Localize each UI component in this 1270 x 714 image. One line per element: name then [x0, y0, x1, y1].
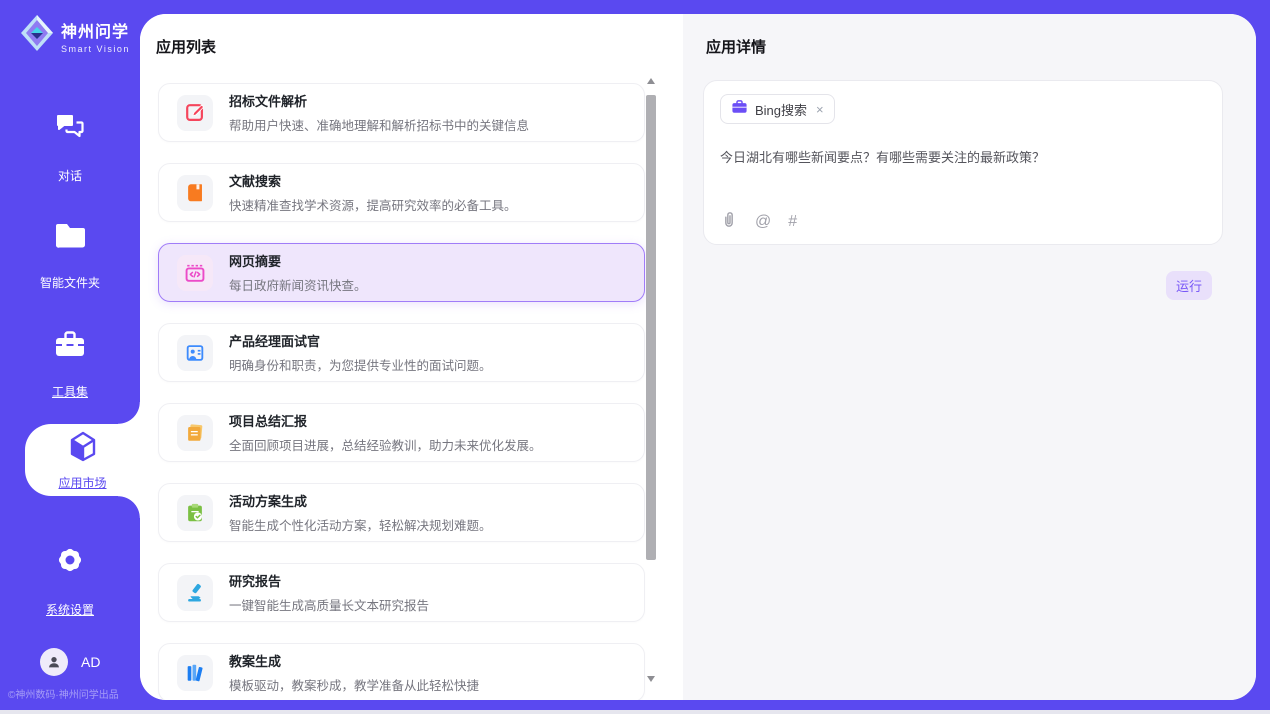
sidebar-item-toolset[interactable]: 工具集 [0, 330, 140, 401]
run-button[interactable]: 运行 [1166, 271, 1212, 300]
app-card-lesson-plan[interactable]: 教案生成 模板驱动，教案秒成，教学准备从此轻松快捷 [158, 643, 645, 700]
user-initials: AD [81, 654, 100, 670]
app-card-literature-search[interactable]: 文献搜索 快速精准查找学术资源，提高研究效率的必备工具。 [158, 163, 645, 222]
toolbox-icon [0, 330, 140, 358]
scrollbar-thumb[interactable] [646, 95, 656, 560]
app-description: 明确身份和职责，为您提供专业性的面试问题。 [229, 355, 492, 374]
app-card-bid-document-parsing[interactable]: 招标文件解析 帮助用户快速、准确地理解和解析招标书中的关键信息 [158, 83, 645, 142]
tool-tag-label: Bing搜索 [755, 100, 807, 119]
diamond-logo-icon [20, 14, 54, 57]
app-name: 招标文件解析 [229, 91, 529, 110]
app-card-project-summary[interactable]: 项目总结汇报 全面回顾项目进展，总结经验教训，助力未来优化发展。 [158, 403, 645, 462]
clipboard-check-icon [177, 495, 213, 531]
brand-logo: 神州问学 Smart Vision [20, 14, 130, 57]
app-name: 产品经理面试官 [229, 331, 492, 350]
book-icon [177, 175, 213, 211]
app-card-event-plan[interactable]: 活动方案生成 智能生成个性化活动方案，轻松解决规划难题。 [158, 483, 645, 542]
mention-icon[interactable]: @ [755, 213, 771, 231]
app-frame: 神州问学 Smart Vision 对话 智能文件夹 [0, 0, 1270, 714]
app-list-panel: 应用列表 招标文件解析 帮助用户快速、准确地理解和解析招标书中的关键信息 [140, 14, 683, 700]
app-description: 全面回顾项目进展，总结经验教训，助力未来优化发展。 [229, 435, 542, 454]
sidebar-item-settings[interactable]: 系统设置 [0, 544, 140, 619]
scroll-down-arrow-icon[interactable] [647, 676, 655, 682]
app-name: 活动方案生成 [229, 491, 492, 510]
app-name: 网页摘要 [229, 251, 367, 270]
hash-icon[interactable]: # [788, 213, 797, 231]
paperclip-icon[interactable] [720, 209, 738, 234]
avatar [40, 648, 68, 676]
notes-icon [177, 415, 213, 451]
app-description: 每日政府新闻资讯快查。 [229, 275, 367, 294]
sidebar-item-app-market[interactable]: 应用市场 [25, 424, 140, 496]
pill-bottom-curve [118, 496, 140, 518]
app-card-pm-interviewer[interactable]: 产品经理面试官 明确身份和职责，为您提供专业性的面试问题。 [158, 323, 645, 382]
app-description: 快速精准查找学术资源，提高研究效率的必备工具。 [229, 195, 517, 214]
folder-icon [0, 222, 140, 249]
sidebar-item-label: 工具集 [52, 383, 88, 400]
sidebar: 神州问学 Smart Vision 对话 智能文件夹 [0, 0, 140, 714]
sidebar-item-label: 智能文件夹 [40, 274, 100, 291]
app-description: 模板驱动，教案秒成，教学准备从此轻松快捷 [229, 675, 479, 694]
prompt-input-area[interactable]: Bing搜索 × 今日湖北有哪些新闻要点？有哪些需要关注的最新政策？ @ # [703, 80, 1223, 245]
sidebar-item-label: 系统设置 [46, 601, 94, 618]
app-card-web-summary[interactable]: 网页摘要 每日政府新闻资讯快查。 [158, 243, 645, 302]
cube-icon [65, 429, 101, 470]
query-text[interactable]: 今日湖北有哪些新闻要点？有哪些需要关注的最新政策？ [720, 147, 1200, 166]
app-name: 文献搜索 [229, 171, 517, 190]
web-code-icon [177, 255, 213, 291]
app-list-title: 应用列表 [156, 36, 216, 57]
brand-name: 神州问学 [61, 18, 130, 42]
sidebar-item-chat[interactable]: 对话 [0, 112, 140, 185]
content-wrapper: 应用列表 招标文件解析 帮助用户快速、准确地理解和解析招标书中的关键信息 [140, 14, 1256, 700]
document-edit-icon [177, 95, 213, 131]
sidebar-item-smart-folder[interactable]: 智能文件夹 [0, 222, 140, 292]
sidebar-item-label: 应用市场 [58, 474, 106, 491]
tool-tag-bing-search[interactable]: Bing搜索 × [720, 94, 835, 124]
microscope-icon [177, 575, 213, 611]
app-description: 一键智能生成高质量长文本研究报告 [229, 595, 429, 614]
close-icon[interactable]: × [816, 102, 824, 117]
app-detail-panel: 应用详情 Bing搜索 × 今日湖北有哪些新闻要点？有哪些需要关注的最新政策？ [683, 14, 1256, 700]
books-icon [177, 655, 213, 691]
scrollbar[interactable] [646, 76, 657, 686]
app-description: 智能生成个性化活动方案，轻松解决规划难题。 [229, 515, 492, 534]
copyright-text: ©神州数码·神州问学出品 [8, 686, 119, 701]
app-card-research-report[interactable]: 研究报告 一键智能生成高质量长文本研究报告 [158, 563, 645, 622]
app-name: 研究报告 [229, 571, 429, 590]
app-description: 帮助用户快速、准确地理解和解析招标书中的关键信息 [229, 115, 529, 134]
gear-icon [0, 544, 140, 576]
app-name: 教案生成 [229, 651, 479, 670]
app-name: 项目总结汇报 [229, 411, 542, 430]
briefcase-icon [731, 99, 748, 119]
user-account[interactable]: AD [40, 648, 100, 676]
interviewer-icon [177, 335, 213, 371]
app-card-list: 招标文件解析 帮助用户快速、准确地理解和解析招标书中的关键信息 文献搜索 快速精… [158, 83, 645, 700]
app-detail-title: 应用详情 [706, 36, 766, 57]
sidebar-item-label: 对话 [58, 167, 82, 184]
window-bottom-edge [0, 710, 1270, 714]
pill-top-curve [118, 402, 140, 424]
brand-tagline: Smart Vision [61, 44, 130, 54]
chat-icon [0, 112, 140, 142]
input-toolbar: @ # [720, 209, 797, 234]
scroll-up-arrow-icon[interactable] [647, 78, 655, 84]
